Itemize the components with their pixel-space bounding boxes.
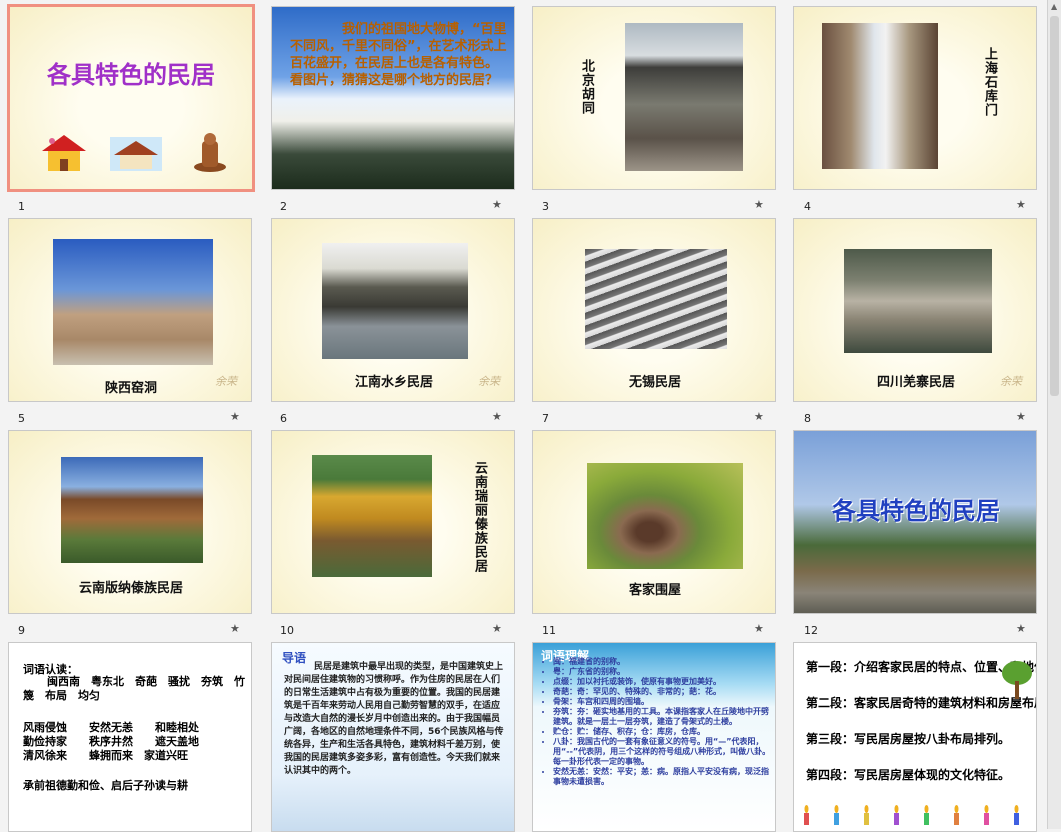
- slide-thumbnail-1[interactable]: 各具特色的民居: [7, 4, 255, 192]
- definition-item: 奇葩：奇：罕见的、特殊的、非常的；葩：花。: [553, 687, 773, 697]
- decoration-text: 余荣: [478, 375, 500, 388]
- paragraph-item: 第三段：写民居房屋按八卦布局排列。: [806, 732, 1011, 746]
- slide-thumbnail-9[interactable]: 云南版纳傣族民居: [8, 430, 252, 614]
- qiang-village-photo: [844, 249, 992, 353]
- slide-thumbnail-8[interactable]: 四川羌寨民居 余荣: [793, 218, 1037, 402]
- animation-star-icon[interactable]: ★: [1016, 198, 1026, 211]
- definition-item: 夯筑：夯：砸实地基用的工具。本课指客家人在丘陵地中开劈建筑。就是一层土一层夯筑，…: [553, 707, 773, 727]
- definition-list: 闽：福建省的别称。 粤：广东省的别称。 点缀：加以衬托或装饰，使原有事物更加美好…: [533, 657, 773, 787]
- scroll-up-icon[interactable]: ▲: [1051, 2, 1057, 11]
- word-line-4: 清风徐来 蜂拥而来 家道兴旺: [23, 749, 188, 762]
- slide-caption: 北京胡同: [579, 59, 594, 115]
- slide-number: 11: [542, 624, 556, 637]
- slide-number: 10: [280, 624, 294, 637]
- house-cartoon-icon: [42, 135, 86, 171]
- slide-thumbnail-12[interactable]: 各具特色的民居: [793, 430, 1037, 614]
- slide-number: 8: [804, 412, 811, 425]
- slide-thumbnail-6[interactable]: 江南水乡民居 余荣: [271, 218, 515, 402]
- word-line-1: 闽西南 粤东北 奇葩 骚扰 夯筑 竹篾 布局 均匀: [23, 675, 245, 702]
- slide-thumbnail-13[interactable]: 词语认读： 闽西南 粤东北 奇葩 骚扰 夯筑 竹篾 布局 均匀 风雨侵蚀 安然无…: [8, 642, 252, 832]
- slide-caption: 云南瑞丽傣族民居: [472, 461, 487, 573]
- slide-thumbnail-4[interactable]: 上海石库门: [793, 6, 1037, 190]
- decoration-text: 余荣: [1000, 375, 1022, 388]
- banna-dai-house-photo: [61, 457, 203, 563]
- slide-thumbnail-5[interactable]: 陕西窑洞 余荣: [8, 218, 252, 402]
- definition-item: 点缀：加以衬托或装饰，使原有事物更加美好。: [553, 677, 773, 687]
- animation-star-icon[interactable]: ★: [492, 622, 502, 635]
- slide-number: 3: [542, 200, 549, 213]
- slide-number: 5: [18, 412, 25, 425]
- slide-thumbnail-15[interactable]: 词语理解 闽：福建省的别称。 粤：广东省的别称。 点缀：加以衬托或装饰，使原有事…: [532, 642, 776, 832]
- slide-text: 民居是建筑中最早出现的类型，是中国建筑史上对民间居住建筑物的习惯称呼。作为住房的…: [284, 662, 504, 776]
- slide-number: 2: [280, 200, 287, 213]
- decoration-text: 余荣: [215, 375, 237, 388]
- shikumen-photo: [822, 23, 938, 169]
- slide-thumbnail-14[interactable]: 导语 民居是建筑中最早出现的类型，是中国建筑史上对民间居住建筑物的习惯称呼。作为…: [271, 642, 515, 832]
- definition-item: 贮仓：贮：储存、积存；仓：库房，仓库。: [553, 727, 773, 737]
- paragraph-item: 第四段：写民居房屋体现的文化特征。: [806, 768, 1011, 782]
- slide-caption: 云南版纳傣族民居: [78, 581, 183, 596]
- candles-decoration-icon: [804, 805, 1019, 825]
- definition-item: 安然无恙：安然：平安；恙：病。原指人平安没有病，现泛指事物未遭损害。: [553, 767, 773, 787]
- slide-number: 9: [18, 624, 25, 637]
- animation-star-icon[interactable]: ★: [754, 622, 764, 635]
- definition-item: 粤：广东省的别称。: [553, 667, 773, 677]
- animation-star-icon[interactable]: ★: [1016, 410, 1026, 423]
- slide-number: 6: [280, 412, 287, 425]
- animation-star-icon[interactable]: ★: [1016, 622, 1026, 635]
- house-roof-icon: [110, 137, 162, 171]
- slide-number: 4: [804, 200, 811, 213]
- scrollbar-thumb[interactable]: [1050, 16, 1059, 396]
- slide-thumbnail-10[interactable]: 云南瑞丽傣族民居: [271, 430, 515, 614]
- ruili-dai-house-photo: [312, 455, 432, 577]
- slide-title: 各具特色的民居: [832, 497, 1000, 525]
- tree-icon: [1002, 661, 1032, 699]
- slide-number: 7: [542, 412, 549, 425]
- slide-title: 各具特色的民居: [47, 61, 215, 89]
- slide-text: 我们的祖国地大物博，“百里不同风，千里不同俗”，在艺术形式上百花盛开，在民居上也…: [290, 22, 507, 88]
- wuxi-rooftops-photo: [585, 249, 727, 349]
- slide-caption: 上海石库门: [982, 47, 997, 117]
- slide-thumbnail-3[interactable]: 北京胡同: [532, 6, 776, 190]
- water-town-photo: [322, 243, 468, 359]
- word-line-5: 承前祖德勤和俭、启后子孙读与耕: [23, 779, 188, 792]
- slide-thumbnail-11[interactable]: 客家围屋: [532, 430, 776, 614]
- definition-item: 闽：福建省的别称。: [553, 657, 773, 667]
- slide-thumbnail-7[interactable]: 无锡民居: [532, 218, 776, 402]
- definition-item: 八卦：我国古代的一套有象征意义的符号。用“—”代表阳，用“--”代表阴，用三个这…: [553, 737, 773, 767]
- statue-icon: [194, 133, 226, 172]
- slide-number: 12: [804, 624, 818, 637]
- slide-thumbnail-2[interactable]: 我们的祖国地大物博，“百里不同风，千里不同俗”，在艺术形式上百花盛开，在民居上也…: [271, 6, 515, 190]
- slide-caption: 无锡民居: [628, 375, 681, 390]
- animation-star-icon[interactable]: ★: [754, 410, 764, 423]
- animation-star-icon[interactable]: ★: [754, 198, 764, 211]
- yaodong-photo: [53, 239, 213, 365]
- animation-star-icon[interactable]: ★: [230, 622, 240, 635]
- slide-number: 1: [18, 200, 25, 213]
- animation-star-icon[interactable]: ★: [492, 198, 502, 211]
- slide-thumbnail-16[interactable]: 第一段：介绍客家民居的特点、位置、和地位。 第二段：客家民居奇特的建筑材料和房屋…: [793, 642, 1037, 832]
- slide-caption: 客家围屋: [628, 583, 681, 598]
- tulou-photo: [587, 463, 743, 569]
- animation-star-icon[interactable]: ★: [230, 410, 240, 423]
- hutong-photo: [625, 23, 743, 171]
- animation-star-icon[interactable]: ★: [492, 410, 502, 423]
- vertical-scrollbar[interactable]: ▲: [1047, 0, 1061, 829]
- definition-item: 骨架：车宫和四周的围墙。: [553, 697, 773, 707]
